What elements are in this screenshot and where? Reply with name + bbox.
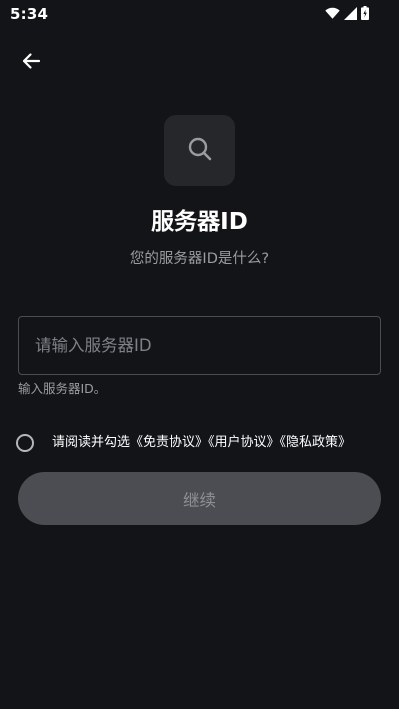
server-id-input[interactable] (18, 316, 381, 375)
agreement-prefix: 请阅读并勾选 (52, 435, 131, 450)
battery-icon (361, 6, 369, 20)
status-bar: 5:34 (0, 0, 399, 28)
privacy-policy-link[interactable]: 《隐私政策》 (280, 435, 352, 450)
status-time: 5:34 (10, 5, 49, 23)
search-icon (187, 136, 213, 166)
cellular-signal-icon (344, 6, 357, 20)
agreement-radio[interactable] (16, 434, 34, 452)
arrow-left-icon (21, 52, 41, 74)
wifi-icon (325, 7, 340, 19)
page-subtitle: 您的服务器ID是什么? (129, 251, 270, 267)
agreement-text: 请阅读并勾选《免责协议》《用户协议》《隐私政策》 (52, 433, 351, 453)
continue-button[interactable]: 继续 (18, 472, 381, 525)
status-icons (325, 6, 369, 20)
server-id-helper-text: 输入服务器ID。 (18, 381, 107, 396)
agreement-row: 请阅读并勾选《免责协议》《用户协议》《隐私政策》 (16, 431, 351, 455)
back-button[interactable] (16, 48, 46, 78)
hero-icon-box (164, 115, 235, 186)
page-title: 服务器ID (151, 209, 248, 235)
user-agreement-link[interactable]: 《用户协议》 (208, 435, 280, 450)
disclaimer-agreement-link[interactable]: 《免责协议》 (130, 435, 208, 450)
